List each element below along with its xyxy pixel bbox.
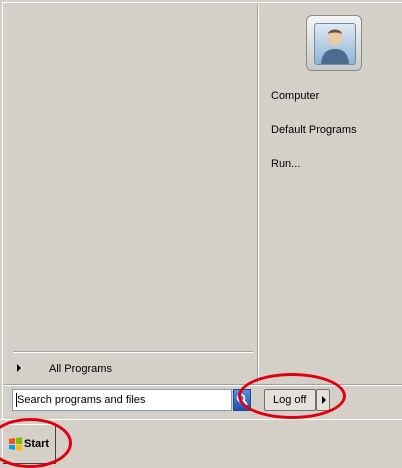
run-link[interactable]: Run... [271, 158, 300, 170]
computer-link[interactable]: Computer [271, 90, 319, 102]
search-button[interactable] [233, 389, 251, 411]
search-bar-divider [3, 384, 402, 386]
default-programs-link[interactable]: Default Programs [271, 124, 357, 136]
log-off-label: Log off [273, 394, 307, 406]
triangle-right-icon [17, 364, 21, 372]
search-box[interactable] [12, 389, 232, 411]
user-picture[interactable] [306, 15, 362, 71]
log-off-options-button[interactable] [316, 389, 330, 411]
all-programs-divider [13, 351, 253, 353]
programs-pane [7, 5, 255, 383]
start-menu: Computer Default Programs Run... All Pro… [2, 2, 402, 419]
user-avatar-icon [314, 23, 356, 65]
taskbar: Start [0, 419, 402, 465]
magnifier-icon [236, 393, 248, 406]
triangle-right-icon [322, 396, 326, 404]
search-input[interactable] [17, 392, 227, 407]
start-label: Start [24, 438, 50, 450]
log-off-button[interactable]: Log off [264, 389, 316, 411]
all-programs-item[interactable]: All Programs [13, 360, 253, 378]
windows-logo-icon [9, 437, 22, 451]
all-programs-label: All Programs [49, 363, 112, 375]
start-button[interactable]: Start [2, 424, 56, 464]
pane-divider [257, 5, 259, 383]
